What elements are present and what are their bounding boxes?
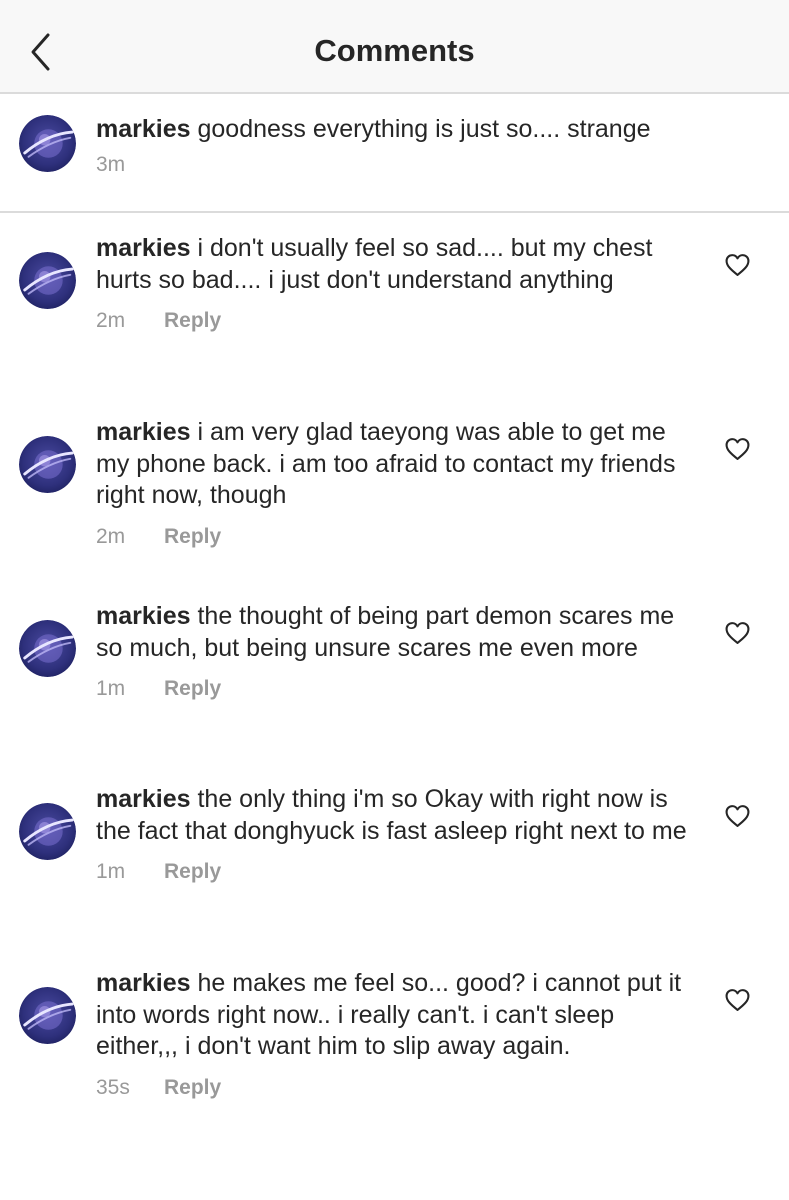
timestamp: 1m: [96, 677, 126, 700]
reply-button[interactable]: Reply: [164, 677, 221, 700]
avatar[interactable]: [19, 436, 76, 493]
avatar[interactable]: [19, 620, 76, 677]
post-caption: markies goodness everything is just so..…: [0, 94, 789, 213]
timestamp: 2m: [96, 524, 126, 548]
heart-icon[interactable]: [725, 621, 750, 645]
avatar[interactable]: [19, 987, 76, 1044]
comment-text-block: markies i am very glad taeyong was able …: [96, 417, 696, 550]
planet-avatar-icon: [19, 115, 76, 172]
heart-icon[interactable]: [725, 804, 750, 828]
avatar[interactable]: [19, 115, 76, 172]
username[interactable]: markies: [96, 418, 191, 446]
caption-text-block: markies goodness everything is just so..…: [96, 114, 696, 178]
comment-text-block: markies he makes me feel so... good? i c…: [96, 968, 696, 1101]
comment-meta: 2m Reply: [96, 524, 696, 550]
timestamp: 1m: [96, 860, 126, 883]
caption-meta: 3m: [96, 152, 696, 178]
comment-meta: 35s Reply: [96, 1075, 696, 1101]
reply-button[interactable]: Reply: [164, 309, 221, 332]
page-title: Comments: [314, 33, 475, 68]
heart-icon[interactable]: [725, 988, 750, 1012]
username[interactable]: markies: [96, 234, 191, 262]
reply-button[interactable]: Reply: [164, 1076, 221, 1099]
comments-header: Comments: [0, 0, 789, 94]
heart-icon[interactable]: [725, 253, 750, 277]
avatar[interactable]: [19, 252, 76, 309]
comment-meta: 1m Reply: [96, 676, 696, 702]
avatar[interactable]: [19, 803, 76, 860]
username[interactable]: markies: [96, 602, 191, 630]
username[interactable]: markies: [96, 115, 191, 143]
caption-text: goodness everything is just so.... stran…: [197, 115, 651, 143]
comment-meta: 2m Reply: [96, 308, 696, 334]
comment-meta: 1m Reply: [96, 859, 696, 885]
planet-avatar-icon: [19, 987, 76, 1044]
timestamp: 35s: [96, 1075, 130, 1099]
planet-avatar-icon: [19, 252, 76, 309]
timestamp: 2m: [96, 309, 126, 332]
planet-avatar-icon: [19, 436, 76, 493]
username[interactable]: markies: [96, 785, 191, 813]
planet-avatar-icon: [19, 620, 76, 677]
reply-button[interactable]: Reply: [164, 525, 221, 548]
comment-text-block: markies the thought of being part demon …: [96, 601, 696, 702]
timestamp: 3m: [96, 152, 126, 176]
comment-text-block: markies the only thing i'm so Okay with …: [96, 784, 696, 885]
comment-text-block: markies i don't usually feel so sad.... …: [96, 233, 696, 334]
planet-avatar-icon: [19, 803, 76, 860]
heart-icon[interactable]: [725, 437, 750, 461]
reply-button[interactable]: Reply: [164, 860, 221, 883]
username[interactable]: markies: [96, 969, 191, 997]
